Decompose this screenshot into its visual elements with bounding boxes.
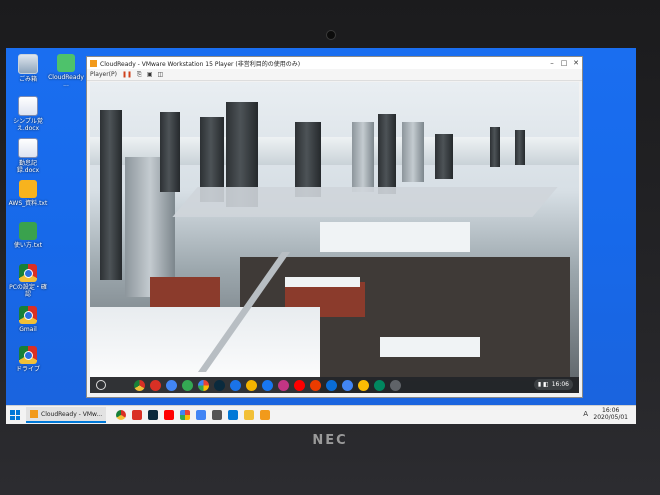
gmail-icon[interactable] (150, 379, 161, 391)
photos-icon[interactable] (180, 410, 191, 420)
guest-clock: 16:06 (551, 381, 569, 388)
minimize-icon[interactable]: – (546, 59, 558, 67)
chrome-icon[interactable] (116, 410, 127, 420)
facebook-icon[interactable] (262, 379, 273, 391)
slides-icon[interactable] (246, 379, 257, 391)
vmware-icon[interactable] (260, 410, 271, 420)
desktop-icon-cloudready-download[interactable]: CloudReady ... (46, 54, 86, 88)
text-file-icon (19, 180, 37, 198)
clock-date: 2020/05/01 (593, 414, 628, 421)
status-icons: ▮ ◧ (537, 381, 549, 388)
status-tray[interactable]: ▮ ◧ 16:06 (533, 379, 573, 390)
play-store-icon[interactable] (374, 379, 385, 391)
start-button[interactable] (10, 410, 20, 420)
chrome-icon (19, 306, 37, 324)
calculator-icon[interactable] (212, 410, 223, 420)
pinned-apps (116, 410, 271, 420)
wallpaper-roof (380, 337, 480, 357)
download-folder-icon (57, 54, 75, 72)
desktop-icon-drive[interactable]: ドライブ (8, 346, 48, 373)
wallpaper-tower (378, 114, 396, 194)
chrome-icon (19, 264, 37, 282)
clock-time: 16:06 (602, 407, 620, 414)
wallpaper-tower (295, 122, 321, 197)
taskbar-cloudready-window[interactable]: CloudReady - VMw... (26, 407, 107, 423)
player-menu[interactable]: Player(P) (90, 71, 117, 78)
desktop-icon-recycle-bin[interactable]: ごみ箱 (8, 54, 48, 83)
maximize-icon[interactable]: □ (558, 59, 570, 67)
shelf-apps (134, 379, 401, 391)
vmware-logo-icon (90, 59, 97, 67)
word-document-icon (18, 96, 38, 116)
devices-icon[interactable]: ▣ (147, 71, 153, 78)
lightroom-icon[interactable] (214, 379, 225, 391)
vmware-toolbar: Player(P) ❚❚ ⎘ ▣ ◫ (87, 69, 582, 81)
wallpaper-tower (515, 130, 525, 165)
chromeos-desktop[interactable]: ▮ ◧ 16:06 (90, 82, 579, 393)
youtube-icon[interactable] (294, 379, 305, 391)
store-icon[interactable] (228, 410, 239, 420)
maps-icon[interactable] (182, 379, 193, 391)
chrome-icon (19, 346, 37, 364)
close-icon[interactable]: ✕ (570, 59, 582, 67)
ime-indicator[interactable]: A (583, 410, 588, 418)
desktop-icon-pc-settings[interactable]: PCの設定・確認 (8, 264, 48, 298)
launcher-icon[interactable] (96, 380, 106, 390)
laptop-bezel: ごみ箱 CloudReady ... シンプル覚え.docx 勤怠記録.docx… (0, 0, 660, 495)
instagram-icon[interactable] (278, 379, 289, 391)
desktop-icon-aws-txt[interactable]: AWS_資料.txt (8, 180, 48, 207)
wallpaper-tower (352, 122, 374, 192)
desktop-icon-gmail[interactable]: Gmail (8, 306, 48, 333)
wallpaper-building (450, 262, 515, 317)
wallpaper-tower (100, 110, 122, 280)
ctrl-alt-del-icon[interactable]: ⎘ (137, 71, 142, 79)
brand-logo: NEC (312, 433, 348, 448)
wallpaper-roof (285, 277, 360, 287)
desktop-icon-doc-1[interactable]: シンプル覚え.docx (8, 96, 48, 132)
pause-icon[interactable]: ❚❚ (122, 71, 132, 78)
onedrive-icon[interactable] (326, 379, 337, 391)
camera-icon[interactable] (230, 379, 241, 391)
files-icon[interactable] (196, 410, 207, 420)
lightroom-icon[interactable] (148, 410, 159, 420)
wallpaper-tower (435, 134, 453, 179)
vmware-window-title: CloudReady - VMware Workstation 15 Playe… (100, 60, 301, 68)
vmware-title-bar[interactable]: CloudReady - VMware Workstation 15 Playe… (87, 57, 582, 69)
shortcut-icon (19, 222, 37, 240)
unity-icon[interactable]: ◫ (158, 71, 164, 78)
recycle-bin-icon (18, 54, 38, 74)
taskbar-window-label: CloudReady - VMw... (41, 410, 103, 418)
office-icon[interactable] (310, 379, 321, 391)
chrome-icon[interactable] (134, 379, 145, 391)
wallpaper-roof (320, 222, 470, 252)
word-document-icon (18, 138, 38, 158)
system-clock[interactable]: 16:06 2020/05/01 (593, 407, 628, 421)
wallpaper-tower (402, 122, 424, 182)
webcam (326, 30, 336, 40)
photos-icon[interactable] (198, 379, 209, 391)
desktop-icon-doc-2[interactable]: 勤怠記録.docx (8, 138, 48, 174)
translate-icon[interactable] (166, 379, 177, 391)
keep-icon[interactable] (358, 379, 369, 391)
desktop-icon-usage-txt[interactable]: 使い方.txt (8, 222, 48, 249)
wallpaper-tower (160, 112, 180, 192)
windows-taskbar: CloudReady - VMw... A 16:06 2020/05/01 (6, 405, 636, 424)
settings-icon[interactable] (390, 379, 401, 391)
chromeos-shelf: ▮ ◧ 16:06 (90, 377, 579, 393)
vmware-player-window[interactable]: CloudReady - VMware Workstation 15 Playe… (86, 56, 583, 398)
desktop-screen: ごみ箱 CloudReady ... シンプル覚え.docx 勤怠記録.docx… (6, 48, 636, 424)
wallpaper-tower (490, 127, 500, 167)
explorer-icon[interactable] (244, 410, 255, 420)
files-icon[interactable] (342, 379, 353, 391)
gmail-icon[interactable] (132, 410, 143, 420)
wallpaper-railyard (172, 187, 558, 217)
youtube-icon[interactable] (164, 410, 175, 420)
vmware-logo-icon (30, 410, 38, 418)
